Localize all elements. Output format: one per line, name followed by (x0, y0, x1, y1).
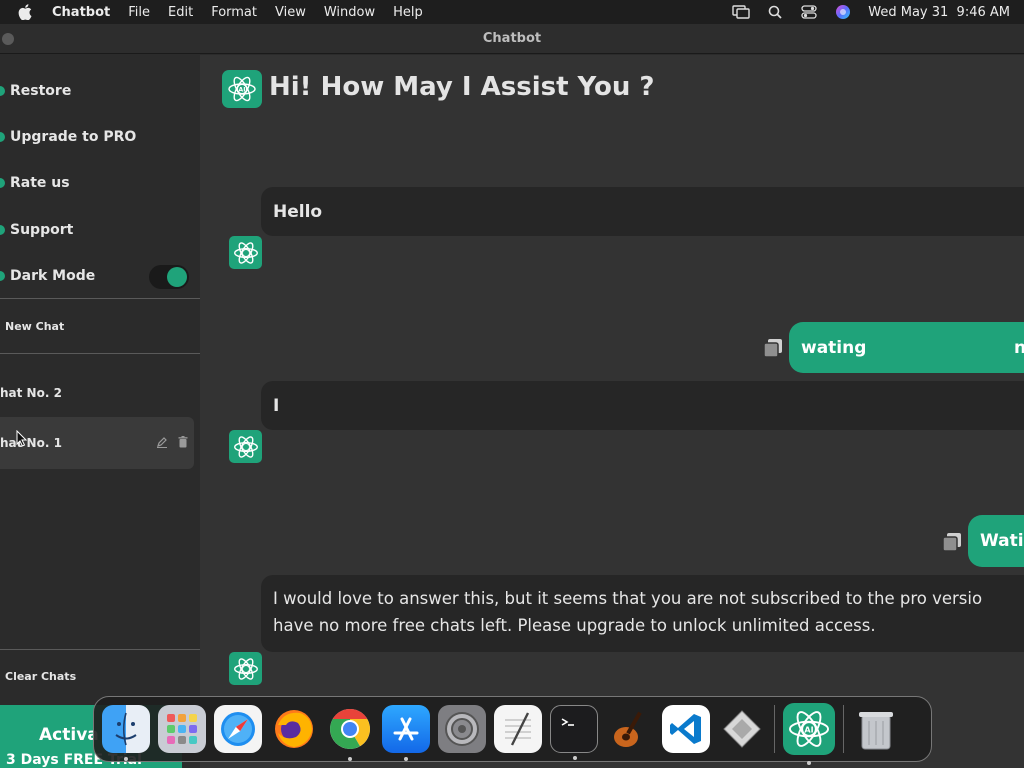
trash-icon[interactable] (178, 435, 188, 451)
user-message: Watin (968, 515, 1024, 567)
chatbot-icon[interactable]: AI (783, 703, 835, 765)
dock-separator (843, 705, 844, 753)
upgrade-icon (0, 132, 5, 142)
system-settings-icon[interactable] (438, 705, 486, 753)
bot-message: I would love to answer this, but it seem… (261, 575, 1024, 652)
copy-icon[interactable] (941, 531, 963, 553)
sidebar: Restore Upgrade to PRO Rate us Support D… (0, 55, 200, 768)
user-message: wating n (789, 322, 1024, 373)
dock-separator (774, 705, 775, 753)
message-text: wating (801, 337, 867, 358)
message-text: Watin (980, 531, 1024, 551)
bot-avatar-icon (229, 652, 262, 685)
message-text: I (273, 395, 280, 416)
clear-chats-button[interactable]: Clear Chats (5, 670, 76, 683)
message-text-line: I would love to answer this, but it seem… (273, 589, 983, 608)
menu-datetime[interactable]: Wed May 31 9:46 AM (868, 5, 1010, 20)
chrome-icon[interactable] (326, 705, 374, 761)
chat-main: AI Hi! How May I Assist You ? Hello wati… (200, 55, 1024, 768)
trash-icon[interactable] (852, 705, 900, 753)
menu-format[interactable]: Format (211, 5, 257, 20)
svg-text:AI: AI (804, 725, 813, 734)
chat-item-label: hat No. 2 (0, 386, 62, 400)
support-icon (0, 225, 5, 235)
star-icon (0, 178, 5, 188)
apple-icon[interactable] (18, 4, 34, 20)
chat-item-label: hat No. 1 (0, 436, 62, 450)
mouse-cursor-icon (16, 430, 28, 447)
textedit-icon[interactable] (494, 705, 542, 753)
running-indicator (404, 757, 408, 761)
svg-text:AI: AI (239, 87, 246, 94)
bot-message: I (261, 381, 1024, 430)
toggle-knob (167, 267, 187, 287)
vscode-icon[interactable] (662, 705, 710, 753)
menu-help[interactable]: Help (393, 5, 423, 20)
running-indicator (124, 757, 128, 761)
window-title: Chatbot (482, 31, 542, 46)
menu-file[interactable]: File (128, 5, 150, 20)
chatbot-logo-icon: AI (222, 70, 262, 108)
finder-icon[interactable] (102, 705, 150, 761)
page-title: Hi! How May I Assist You ? (269, 72, 655, 102)
sidebar-item-upgrade[interactable]: Upgrade to PRO (0, 125, 136, 149)
sidebar-item-label: Restore (10, 83, 72, 99)
message-text: Hello (273, 201, 323, 222)
safari-icon[interactable] (214, 705, 262, 753)
edit-icon[interactable] (156, 436, 168, 451)
app-store-icon[interactable] (382, 705, 430, 761)
divider (0, 298, 200, 299)
screen-mirroring-icon[interactable] (732, 4, 750, 20)
sidebar-item-label: Rate us (10, 175, 70, 191)
running-indicator (573, 756, 577, 760)
copy-icon[interactable] (762, 337, 784, 359)
terminal-icon[interactable] (550, 705, 598, 760)
sidebar-item-rate[interactable]: Rate us (0, 171, 70, 195)
bot-avatar-icon (229, 430, 262, 463)
message-text-overflow: n (1014, 337, 1024, 358)
message-text-line: have no more free chats left. Please upg… (273, 616, 876, 635)
garageband-icon[interactable] (606, 705, 654, 753)
sidebar-item-dark-mode: Dark Mode (0, 264, 95, 288)
window-close-button[interactable] (2, 33, 14, 45)
new-chat-button[interactable]: New Chat (5, 320, 64, 333)
chat-item-active[interactable]: hat No. 1 (0, 417, 194, 469)
spotlight-search-icon[interactable] (766, 4, 784, 20)
divider (0, 353, 200, 354)
window-title-bar: Chatbot (0, 24, 1024, 54)
bot-message: Hello (261, 187, 1024, 236)
xcode-instruments-icon[interactable] (718, 705, 766, 753)
control-center-icon[interactable] (800, 4, 818, 20)
menu-bar: Chatbot File Edit Format View Window Hel… (0, 0, 1024, 24)
running-indicator (807, 761, 811, 765)
sidebar-item-label: Upgrade to PRO (10, 129, 137, 145)
chat-item[interactable]: hat No. 2 (0, 381, 194, 405)
menu-app-name[interactable]: Chatbot (52, 5, 110, 20)
menu-view[interactable]: View (275, 5, 306, 20)
restore-icon (0, 86, 5, 96)
sidebar-item-label: Dark Mode (10, 268, 96, 284)
siri-icon[interactable] (834, 4, 852, 20)
bot-avatar-icon (229, 236, 262, 269)
firefox-icon[interactable] (270, 705, 318, 753)
dock: AI (93, 696, 932, 765)
running-indicator (348, 757, 352, 761)
sidebar-item-restore[interactable]: Restore (0, 79, 71, 103)
divider (0, 649, 200, 650)
activate-label: Activa (39, 725, 99, 745)
dark-mode-toggle[interactable] (149, 265, 189, 289)
sidebar-item-label: Support (10, 222, 74, 238)
menu-window[interactable]: Window (324, 5, 375, 20)
sidebar-item-support[interactable]: Support (0, 218, 73, 242)
moon-icon (0, 271, 5, 281)
launchpad-icon[interactable] (158, 705, 206, 753)
menu-edit[interactable]: Edit (168, 5, 193, 20)
